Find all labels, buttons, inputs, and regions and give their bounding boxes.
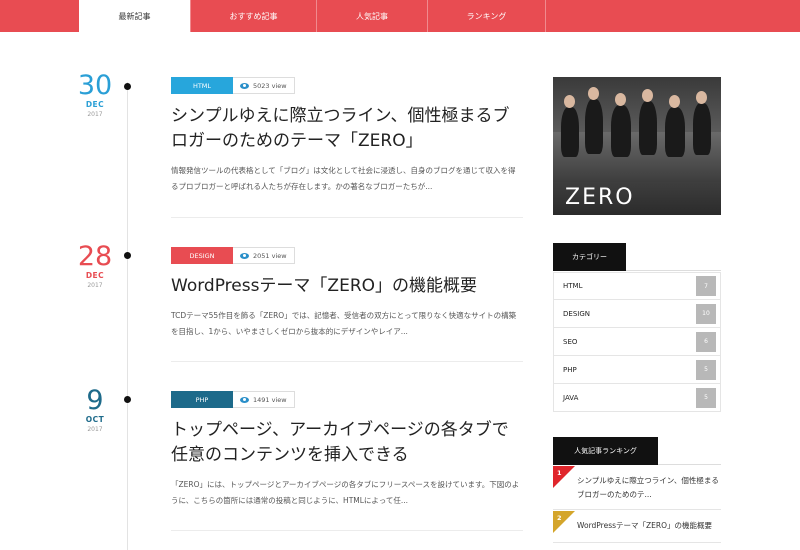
post-month: OCT — [85, 415, 105, 424]
view-count: 5023 view — [233, 77, 295, 94]
rank-number: 2 — [557, 514, 562, 522]
post-day: 9 — [86, 385, 104, 416]
view-count: 1491 view — [233, 391, 295, 408]
tab-ranking[interactable]: ランキング — [427, 0, 546, 32]
eye-icon — [240, 82, 249, 89]
view-count-text: 2051 view — [253, 251, 287, 260]
ranking-widget-header: 人気記事ランキング — [553, 437, 721, 465]
post-date: 28 DEC 2017 — [60, 243, 130, 291]
banner-logo-text: ZERO — [565, 185, 635, 210]
post-date: 30 DEC 2017 — [60, 72, 130, 120]
ranking-title[interactable]: シンプルゆえに際立つライン、個性極まるブロガーのためのテ... — [577, 474, 719, 502]
post-year: 2017 — [87, 282, 103, 289]
post-excerpt: TCDテーマ55作目を飾る「ZERO」では、記憶者、受信者の双方にとって限りなく… — [171, 311, 517, 336]
post-meta: PHP 1491 view — [171, 391, 523, 408]
ranking-item[interactable]: 1 シンプルゆえに際立つライン、個性極まるブロガーのためのテ... — [553, 466, 721, 510]
category-item[interactable]: PHP 5 — [553, 356, 721, 384]
view-count: 2051 view — [233, 247, 295, 264]
ranking-title[interactable]: WordPressテーマ「ZERO」の機能概要 — [577, 519, 719, 533]
post-divider — [171, 361, 523, 362]
post-item: PHP 1491 view トップページ、アーカイブページの各タブで任意のコンテ… — [171, 391, 523, 509]
category-tag[interactable]: HTML — [171, 77, 233, 94]
timeline-line — [127, 82, 128, 550]
post-day: 30 — [77, 70, 113, 101]
view-count-text: 1491 view — [253, 395, 287, 404]
post-excerpt: 「ZERO」には、トップページとアーカイブページの各タブにフリースペースを設けて… — [171, 480, 520, 505]
post-month: DEC — [85, 271, 105, 280]
category-count: 6 — [696, 331, 716, 352]
category-count: 10 — [696, 303, 716, 324]
category-item[interactable]: HTML 7 — [553, 272, 721, 300]
post-year: 2017 — [87, 426, 103, 433]
category-count: 5 — [696, 359, 716, 380]
category-widget-title: カテゴリー — [553, 243, 626, 271]
category-name: HTML — [563, 282, 583, 290]
tab-bar: 最新記事 おすすめ記事 人気記事 ランキング — [0, 0, 800, 32]
banner-image[interactable]: ZERO — [553, 77, 721, 215]
category-count: 5 — [696, 387, 716, 408]
post-month: DEC — [85, 100, 105, 109]
category-name: JAVA — [563, 393, 579, 402]
category-item[interactable]: SEO 6 — [553, 328, 721, 356]
category-item[interactable]: JAVA 5 — [553, 384, 721, 412]
rank-number: 1 — [557, 469, 562, 477]
post-year: 2017 — [87, 111, 103, 118]
category-tag[interactable]: PHP — [171, 391, 233, 408]
post-meta: DESIGN 2051 view — [171, 247, 523, 264]
post-item: HTML 5023 view シンプルゆえに際立つライン、個性極まるブロガーのた… — [171, 77, 523, 195]
category-item[interactable]: DESIGN 10 — [553, 300, 721, 328]
eye-icon — [240, 396, 249, 403]
post-date: 9 OCT 2017 — [60, 387, 130, 435]
category-name: SEO — [563, 337, 578, 346]
category-tag[interactable]: DESIGN — [171, 247, 233, 264]
view-count-text: 5023 view — [253, 81, 287, 90]
post-item: DESIGN 2051 view WordPressテーマ「ZERO」の機能概要… — [171, 247, 523, 340]
post-day: 28 — [77, 241, 113, 272]
post-divider — [171, 217, 523, 218]
tab-latest[interactable]: 最新記事 — [79, 0, 190, 32]
post-divider — [171, 530, 523, 531]
post-meta: HTML 5023 view — [171, 77, 523, 94]
category-name: PHP — [563, 365, 577, 374]
category-count: 7 — [696, 276, 716, 296]
ranking-widget-title: 人気記事ランキング — [553, 437, 658, 465]
post-title[interactable]: トップページ、アーカイブページの各タブで任意のコンテンツを挿入できる — [171, 418, 523, 468]
tab-popular[interactable]: 人気記事 — [316, 0, 427, 32]
post-excerpt: 情報発信ツールの代表格として「ブログ」は文化として社会に浸透し、自身のブログを通… — [171, 166, 516, 191]
post-title[interactable]: WordPressテーマ「ZERO」の機能概要 — [171, 274, 523, 299]
category-widget-header: カテゴリー — [553, 243, 721, 271]
tab-recommended[interactable]: おすすめ記事 — [190, 0, 316, 32]
eye-icon — [240, 252, 249, 259]
category-name: DESIGN — [563, 309, 590, 318]
ranking-item[interactable]: 2 WordPressテーマ「ZERO」の機能概要 — [553, 511, 721, 543]
post-title[interactable]: シンプルゆえに際立つライン、個性極まるブロガーのためのテーマ「ZERO」 — [171, 104, 523, 154]
